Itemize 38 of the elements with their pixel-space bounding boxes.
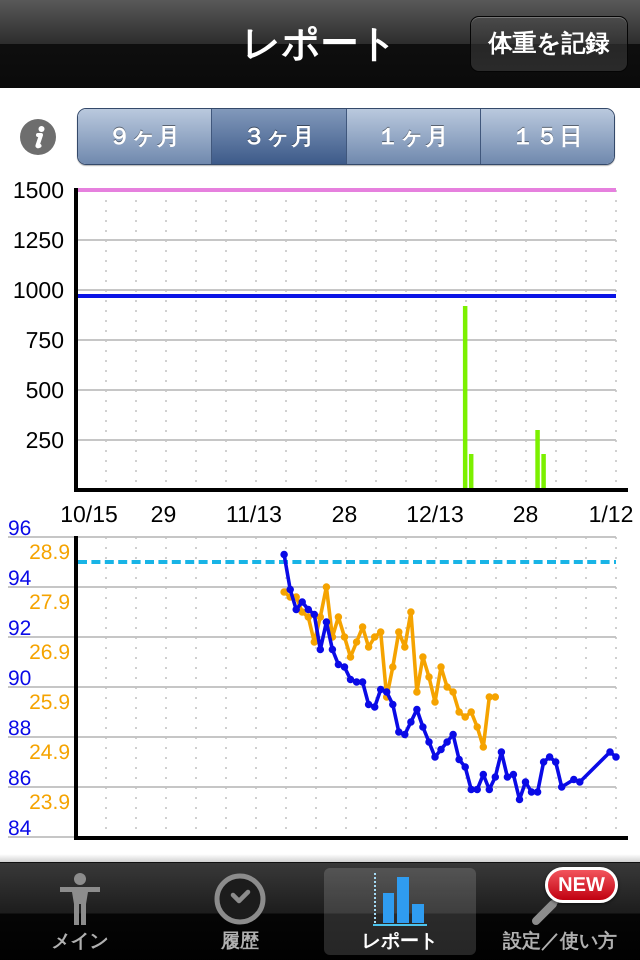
tab-badge: NEW	[545, 867, 618, 903]
clock-icon	[214, 873, 266, 925]
tab-item[interactable]: メイン	[4, 868, 156, 955]
tab-item[interactable]: 履歴	[164, 868, 316, 955]
y-tick-label: 24.9	[29, 741, 70, 764]
info-icon[interactable]	[20, 118, 56, 154]
y-tick-label: 88	[8, 717, 32, 740]
y-tick-label: 26.9	[29, 641, 70, 664]
y-tick-label: 1500	[12, 177, 64, 203]
x-tick-label: 12/13	[406, 501, 464, 527]
y-tick-label: 27.9	[29, 591, 70, 614]
x-tick-label: 29	[150, 501, 176, 527]
y-tick-label: 86	[8, 767, 32, 790]
x-tick-label: 11/13	[226, 501, 282, 527]
y-tick-label: 1000	[12, 277, 64, 303]
y-tick-label: 1250	[12, 227, 64, 253]
y-tick-label: 92	[8, 617, 32, 640]
x-tick-label: 28	[512, 501, 538, 527]
bar-chart-icon	[373, 872, 427, 926]
tab-item[interactable]: レポート	[324, 868, 476, 955]
x-tick-label: 28	[332, 501, 358, 527]
record-button[interactable]: 体重を記録	[470, 16, 628, 72]
y-tick-label: 94	[8, 567, 32, 590]
screen-title: レポート	[242, 25, 398, 63]
y-tick-label: 90	[8, 667, 32, 690]
y-tick-label: 28.9	[29, 541, 70, 564]
y-tick-label: 750	[26, 327, 64, 353]
y-tick-label: 84	[8, 817, 32, 840]
y-tick-label: 500	[26, 377, 64, 403]
period-tab[interactable]: ３ヶ月	[211, 109, 346, 164]
person-icon	[60, 873, 100, 925]
tab-item[interactable]: NEW 設定／使い方	[484, 868, 636, 955]
y-tick-label: 96	[8, 517, 32, 540]
x-tick-label: 1/12	[588, 501, 634, 527]
y-tick-label: 250	[26, 427, 64, 453]
y-tick-label: 25.9	[29, 691, 70, 714]
y-tick-label: 23.9	[29, 791, 70, 814]
x-tick-label: 10/15	[60, 501, 118, 527]
